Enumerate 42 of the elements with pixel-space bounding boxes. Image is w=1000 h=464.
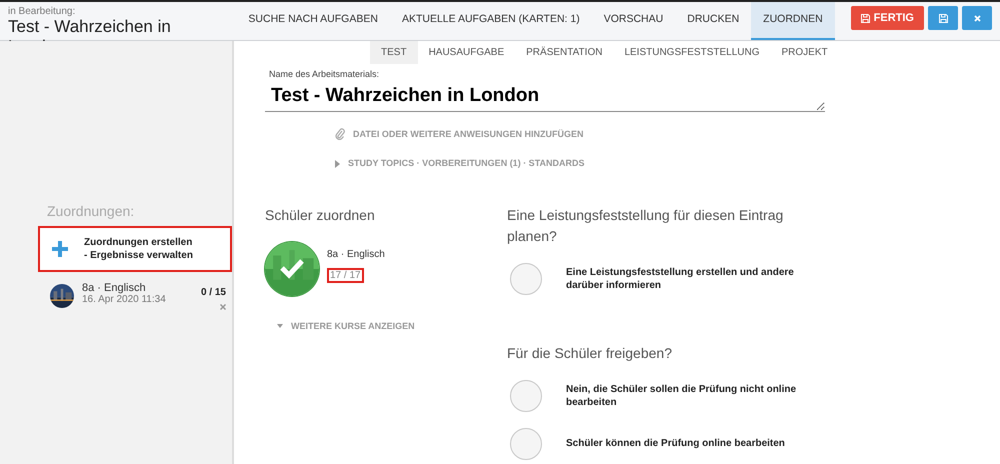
close-icon[interactable] bbox=[220, 304, 226, 310]
type-tab[interactable]: TEST bbox=[370, 41, 418, 64]
close-icon bbox=[974, 14, 980, 22]
student-count: 17 / 17 bbox=[327, 268, 364, 282]
section-heading: Schüler zuordnen bbox=[265, 206, 376, 224]
section-heading: Für die Schüler freigeben? bbox=[507, 344, 673, 363]
option-label: Eine Leistungsfeststellung erstellen und andere darüber informieren bbox=[566, 266, 795, 292]
type-tab[interactable]: LEISTUNGSFESTSTELLUNG bbox=[613, 41, 770, 64]
status-label: in Bearbeitung: bbox=[8, 7, 76, 17]
course-name: 8a · Englisch bbox=[327, 248, 385, 262]
expand-icon bbox=[335, 160, 340, 168]
radio-button[interactable] bbox=[510, 262, 542, 294]
caret-icon bbox=[277, 324, 283, 328]
close-button[interactable] bbox=[962, 6, 992, 30]
nav-tab[interactable]: AKTUELLE AUFGABEN (KARTEN: 1) bbox=[390, 2, 592, 40]
nav-tab[interactable]: VORSCHAU bbox=[592, 2, 676, 40]
radio-button[interactable] bbox=[510, 428, 542, 460]
create-assignment-item[interactable]: Zuordnungen erstellen - Ergebnisse verwalten bbox=[38, 226, 232, 272]
checkmark-icon bbox=[279, 256, 305, 278]
nav-tab[interactable]: DRUCKEN bbox=[675, 2, 752, 40]
progress-count: 0 / 15 bbox=[200, 286, 226, 300]
create-label: Zuordnungen erstellen - Ergebnisse verwalten bbox=[84, 236, 193, 262]
plus-icon bbox=[52, 241, 68, 257]
save-icon bbox=[938, 14, 948, 22]
save-button[interactable] bbox=[928, 6, 958, 30]
paperclip-icon bbox=[335, 128, 345, 140]
save-icon bbox=[860, 14, 870, 22]
field-label: Name des Arbeitsmaterials: bbox=[269, 68, 380, 81]
done-button[interactable]: FERTIG bbox=[850, 6, 924, 30]
course-name: 8a · Englisch bbox=[82, 282, 147, 294]
type-tab[interactable]: PRÄSENTATION bbox=[515, 41, 614, 64]
type-tab[interactable]: PROJEKT bbox=[770, 41, 839, 64]
sidebar-heading: Zuordnungen: bbox=[47, 202, 136, 221]
option-label: Nein, die Schüler sollen die Prüfung nicht online bearbeiten bbox=[566, 382, 798, 408]
assignment-date: 16. Apr 2020 11:34 bbox=[82, 294, 167, 306]
option-label: Schüler können die Prüfung online bearbeiten bbox=[566, 437, 785, 450]
section-heading: Eine Leistungsfeststellung für diesen Eintrag planen? bbox=[507, 206, 784, 246]
type-tab[interactable]: HAUSAUFGABE bbox=[418, 41, 516, 64]
radio-button[interactable] bbox=[510, 380, 542, 412]
course-toggle[interactable] bbox=[265, 242, 319, 296]
nav-tab[interactable]: SUCHE NACH AUFGABEN bbox=[236, 2, 390, 40]
nav-tab[interactable]: ZUORDNEN bbox=[751, 2, 835, 40]
